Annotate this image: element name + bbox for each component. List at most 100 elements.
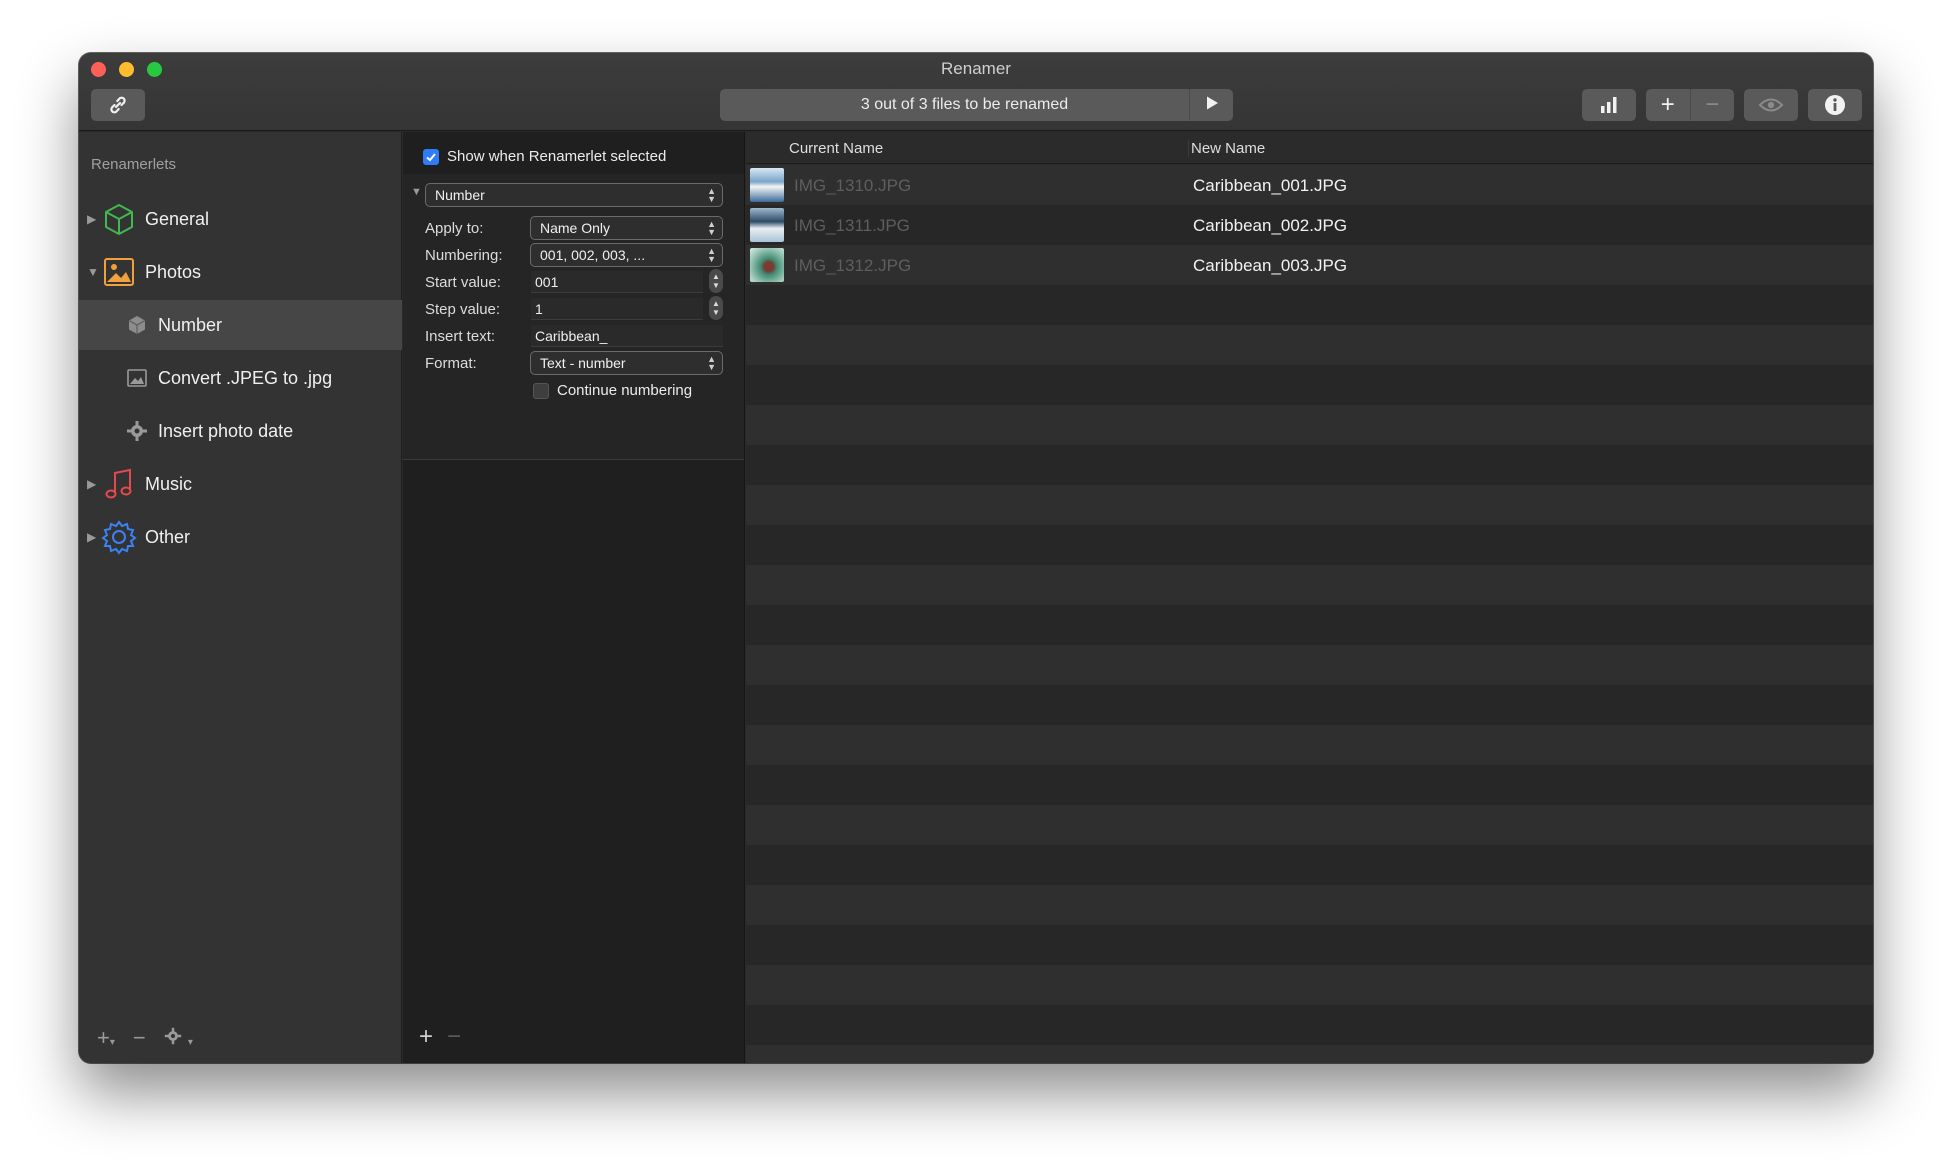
sidebar-item-label: Photos <box>145 261 202 282</box>
sidebar-footer: +▾ − ▾ <box>97 1025 193 1051</box>
photo-icon <box>101 254 137 290</box>
add-renamerlet-button[interactable]: +▾ <box>97 1025 115 1051</box>
sidebar-item-label: Number <box>158 314 223 335</box>
sidebar-heading: Renamerlets <box>91 156 177 173</box>
sidebar-item-convert-jpeg[interactable]: Convert .JPEG to .jpg <box>79 353 402 403</box>
show-when-selected-label: Show when Renamerlet selected <box>447 148 667 165</box>
remove-renamerlet-step-button[interactable]: − <box>447 1023 461 1051</box>
apply-to-value: Name Only <box>540 220 611 236</box>
link-button[interactable] <box>91 89 145 121</box>
music-note-icon <box>101 466 137 502</box>
insert-text-label: Insert text: <box>425 328 496 345</box>
gear-small-icon <box>125 419 149 443</box>
apply-to-popup[interactable]: Name Only ▲ ▼ <box>530 216 723 240</box>
empty-row-stripe <box>746 485 1873 525</box>
disclosure-triangle-icon[interactable]: ▶ <box>87 212 96 226</box>
photo-thumbnail <box>750 168 784 202</box>
continue-numbering-checkbox[interactable]: Continue numbering <box>533 382 692 399</box>
play-icon <box>1204 95 1220 116</box>
column-header-new-name[interactable]: New Name <box>1188 140 1265 157</box>
renamerlets-sidebar: Renamerlets ▶ General ▼ Photos Number Co… <box>79 132 402 1063</box>
start-value-label: Start value: <box>425 274 501 291</box>
popup-arrows-icon: ▲ ▼ <box>707 246 716 264</box>
photo-thumbnail <box>750 248 784 282</box>
empty-row-stripe <box>746 685 1873 725</box>
format-label: Format: <box>425 355 477 372</box>
collapse-triangle-icon[interactable]: ▼ <box>411 186 422 198</box>
info-icon <box>1824 94 1846 116</box>
sidebar-item-general[interactable]: ▶ General <box>79 194 402 244</box>
remove-files-button[interactable]: − <box>1691 89 1735 121</box>
image-small-icon <box>125 366 149 390</box>
checkbox-empty-icon <box>533 382 549 399</box>
sidebar-item-number[interactable]: Number <box>79 300 402 350</box>
step-value-stepper[interactable]: ▲ ▼ <box>709 296 723 320</box>
new-name-cell: Caribbean_001.JPG <box>1193 176 1348 195</box>
apply-to-label: Apply to: <box>425 220 484 237</box>
info-button[interactable] <box>1808 89 1862 121</box>
remove-renamerlet-button[interactable]: − <box>133 1025 146 1051</box>
step-value-input[interactable]: 1 <box>531 298 703 320</box>
popup-arrows-icon: ▲ ▼ <box>707 219 716 237</box>
preview-button[interactable] <box>1744 89 1798 121</box>
renamerlet-type-popup[interactable]: Number ▲ ▼ <box>425 183 723 207</box>
numbering-label: Numbering: <box>425 247 503 264</box>
file-list: Current Name New Name IMG_1310.JPG Carib… <box>746 132 1873 1063</box>
table-row[interactable]: IMG_1312.JPG Caribbean_003.JPG <box>746 245 1873 285</box>
empty-row-stripe <box>746 645 1873 685</box>
format-value: Text - number <box>540 355 626 371</box>
empty-row-stripe <box>746 885 1873 925</box>
sidebar-item-label: Convert .JPEG to .jpg <box>158 367 333 388</box>
add-remove-files-segment: + − <box>1646 89 1734 121</box>
gear-menu-icon <box>164 1025 188 1050</box>
rename-play-button[interactable] <box>1189 89 1233 121</box>
empty-row-stripe <box>746 525 1873 565</box>
table-row[interactable]: IMG_1311.JPG Caribbean_002.JPG <box>746 205 1873 245</box>
empty-row-stripe <box>746 325 1873 365</box>
empty-row-stripe <box>746 805 1873 845</box>
titlebar: Renamer 3 out of 3 files to be renamed +… <box>79 53 1873 131</box>
bar-chart-icon <box>1599 96 1619 114</box>
sidebar-item-other[interactable]: ▶ Other <box>79 512 402 562</box>
add-files-button[interactable]: + <box>1646 89 1691 121</box>
empty-row-stripe <box>746 285 1873 325</box>
add-renamerlet-step-button[interactable]: + <box>419 1023 433 1051</box>
renamer-window: Renamer 3 out of 3 files to be renamed +… <box>79 53 1873 1063</box>
empty-row-stripe <box>746 725 1873 765</box>
column-header-current-name[interactable]: Current Name <box>789 140 883 157</box>
format-popup[interactable]: Text - number ▲ ▼ <box>530 351 723 375</box>
renamerlet-form: ▼ Number ▲ ▼ Apply to: Name Only ▲ ▼ Numbe… <box>403 174 744 460</box>
window-title: Renamer <box>941 59 1011 78</box>
sidebar-item-music[interactable]: ▶ Music <box>79 459 402 509</box>
disclosure-triangle-icon[interactable]: ▼ <box>87 265 99 279</box>
statistics-button[interactable] <box>1582 89 1636 121</box>
empty-row-stripe <box>746 605 1873 645</box>
disclosure-triangle-icon[interactable]: ▶ <box>87 477 96 491</box>
new-name-cell: Caribbean_002.JPG <box>1193 216 1348 235</box>
start-value-input[interactable]: 001 <box>531 271 703 293</box>
renamerlet-settings-panel: Show when Renamerlet selected ▼ Number ▲… <box>403 132 745 1063</box>
disclosure-triangle-icon[interactable]: ▶ <box>87 530 96 544</box>
rename-status-field: 3 out of 3 files to be renamed <box>720 89 1233 121</box>
start-value-stepper[interactable]: ▲ ▼ <box>709 269 723 293</box>
sidebar-item-insert-photo-date[interactable]: Insert photo date <box>79 406 402 456</box>
empty-row-stripe <box>746 765 1873 805</box>
eye-icon <box>1758 97 1784 113</box>
empty-row-stripe <box>746 445 1873 485</box>
cube-icon <box>101 201 137 237</box>
empty-row-stripe <box>746 925 1873 965</box>
numbering-popup[interactable]: 001, 002, 003, ... ▲ ▼ <box>530 243 723 267</box>
insert-text-input[interactable]: Caribbean_ <box>531 325 723 347</box>
table-row[interactable]: IMG_1310.JPG Caribbean_001.JPG <box>746 165 1873 205</box>
file-list-header: Current Name New Name <box>746 132 1873 164</box>
photo-thumbnail <box>750 208 784 242</box>
numbering-value: 001, 002, 003, ... <box>540 247 646 263</box>
empty-row-stripe <box>746 845 1873 885</box>
popup-arrows-icon: ▲ ▼ <box>707 354 716 372</box>
show-when-selected-checkbox[interactable]: Show when Renamerlet selected <box>423 148 666 165</box>
current-name-cell: IMG_1311.JPG <box>794 216 910 235</box>
popup-arrows-icon: ▲ ▼ <box>707 186 716 204</box>
sidebar-item-photos[interactable]: ▼ Photos <box>79 247 402 297</box>
sidebar-actions-menu[interactable]: ▾ <box>164 1025 193 1051</box>
plus-icon: + <box>97 1025 110 1050</box>
